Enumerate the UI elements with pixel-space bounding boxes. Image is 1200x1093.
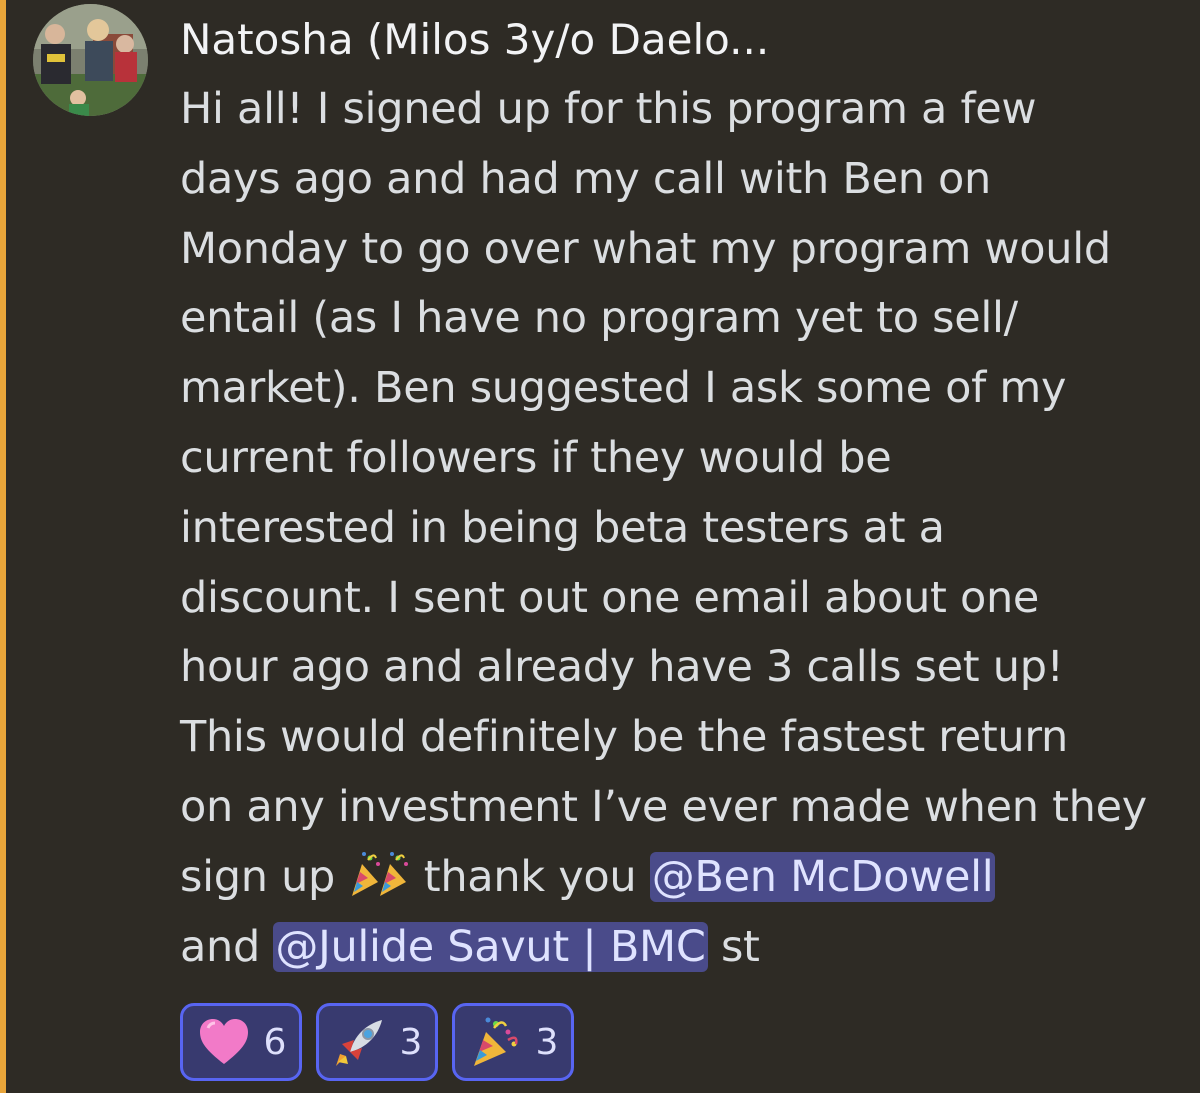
message-line: entail (as I have no program yet to sell…	[180, 293, 1018, 344]
reaction-count: 3	[399, 1021, 423, 1063]
message-line: This would definitely be the fastest ret…	[180, 712, 1068, 763]
message-line: days ago and had my call with Ben on	[180, 153, 992, 204]
message-line: market). Ben suggested I ask some of my	[180, 363, 1067, 414]
avatar-photo	[33, 4, 148, 116]
rocket-icon	[335, 1020, 382, 1066]
avatar[interactable]	[33, 4, 148, 116]
message-text: sign up	[180, 851, 349, 902]
message-line: on any investment I’ve ever made when th…	[180, 781, 1147, 832]
chat-message: Natosha (Milos 3y/o Daelo... Hi all! I s…	[0, 0, 1200, 1093]
message-line: current followers if they would be	[180, 432, 892, 483]
reaction-count: 3	[535, 1021, 559, 1063]
reaction-count: 6	[263, 1021, 287, 1063]
reaction-bar: 6 3 3	[180, 1003, 574, 1081]
party-popper-icon	[352, 851, 409, 896]
message-line-with-mention: sign up thank you @Ben McDowell	[180, 843, 1185, 913]
message-text: and	[180, 921, 274, 972]
reaction-rocket[interactable]: 3	[316, 1003, 438, 1081]
message-line: Monday to go over what my program would	[180, 223, 1111, 274]
message-text: st	[707, 921, 760, 972]
reaction-heart[interactable]: 6	[180, 1003, 302, 1081]
reaction-party-popper[interactable]: 3	[452, 1003, 574, 1081]
message-line-with-mention: and @Julide Savut | BMC st	[180, 913, 1185, 983]
pink-heart-icon	[199, 1019, 248, 1064]
message-author[interactable]: Natosha (Milos 3y/o Daelo...	[180, 10, 769, 70]
message-line: hour ago and already have 3 calls set up…	[180, 642, 1064, 693]
message-line: discount. I sent out one email about one	[180, 572, 1040, 623]
party-popper-icon	[473, 1017, 518, 1066]
message-text: thank you	[410, 851, 650, 902]
user-mention[interactable]: @Julide Savut | BMC	[273, 921, 708, 972]
message-line: Hi all! I signed up for this program a f…	[180, 84, 1037, 134]
message-content: Hi all! I signed up for this program a f…	[180, 75, 1185, 982]
user-mention[interactable]: @Ben McDowell	[649, 851, 996, 902]
message-line: interested in being beta testers at a	[180, 502, 945, 553]
